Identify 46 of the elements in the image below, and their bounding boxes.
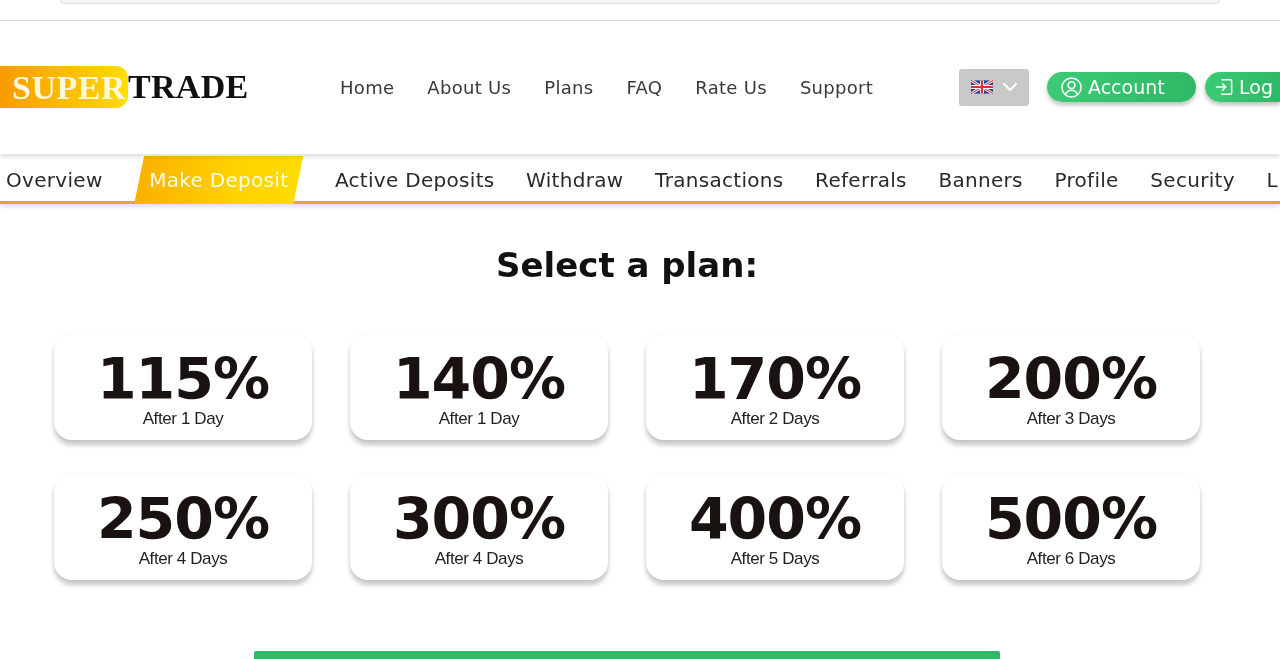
- tab[interactable]: Active Deposits: [334, 155, 495, 204]
- plan-term: After 5 Days: [730, 548, 820, 570]
- plan-rate: 170%: [688, 350, 862, 408]
- nav-link[interactable]: Support: [799, 76, 874, 98]
- tab[interactable]: Security: [1150, 155, 1235, 204]
- plan-card[interactable]: 170% After 2 Days: [646, 334, 904, 440]
- nav-link[interactable]: FAQ: [626, 76, 663, 98]
- chevron-down-icon: [1003, 83, 1017, 92]
- user-icon: [1061, 76, 1082, 98]
- plan-term: After 2 Days: [730, 408, 820, 430]
- plan-rate: 140%: [392, 350, 566, 408]
- tab[interactable]: Profile: [1054, 155, 1119, 204]
- flag-icon: [971, 80, 993, 95]
- plan-term: After 6 Days: [1026, 548, 1116, 570]
- plan-card[interactable]: 115% After 1 Day: [54, 334, 312, 440]
- plan-card[interactable]: 400% After 5 Days: [646, 474, 904, 580]
- page-title: Select a plan:: [495, 244, 759, 286]
- plan-rate: 400%: [688, 490, 862, 548]
- logo[interactable]: SUPERTRADE: [0, 66, 262, 109]
- plan-rate: 200%: [984, 350, 1158, 408]
- nav-link[interactable]: About Us: [427, 76, 512, 98]
- plan-term: After 3 Days: [1026, 408, 1116, 430]
- plan-term: After 1 Day: [438, 408, 520, 430]
- tab[interactable]: Overview: [6, 155, 103, 204]
- plan-card[interactable]: 140% After 1 Day: [350, 334, 608, 440]
- nav-link[interactable]: Plans: [544, 76, 594, 98]
- nav-link[interactable]: Rate Us: [695, 76, 767, 98]
- plan-card[interactable]: 200% After 3 Days: [942, 334, 1200, 440]
- plan-rate: 500%: [984, 490, 1158, 548]
- plan-card[interactable]: 250% After 4 Days: [54, 474, 312, 580]
- plan-term: After 4 Days: [434, 548, 524, 570]
- plan-term: After 1 Day: [142, 408, 224, 430]
- plan-card[interactable]: 300% After 4 Days: [350, 474, 608, 580]
- tab[interactable]: Withdraw: [526, 155, 624, 204]
- tab[interactable]: Banners: [938, 155, 1023, 204]
- tab[interactable]: Transactions: [655, 155, 784, 204]
- tab[interactable]: L: [1266, 155, 1278, 204]
- plan-card[interactable]: 500% After 6 Days: [942, 474, 1200, 580]
- language-selector[interactable]: [959, 68, 1029, 106]
- login-icon: [1215, 78, 1233, 97]
- plan-term: After 4 Days: [138, 548, 228, 570]
- plan-rate: 115%: [96, 350, 270, 408]
- nav-link[interactable]: Home: [340, 76, 395, 98]
- plan-rate: 300%: [392, 490, 566, 548]
- plan-rate: 250%: [96, 490, 270, 548]
- tab[interactable]: Referrals: [815, 155, 907, 204]
